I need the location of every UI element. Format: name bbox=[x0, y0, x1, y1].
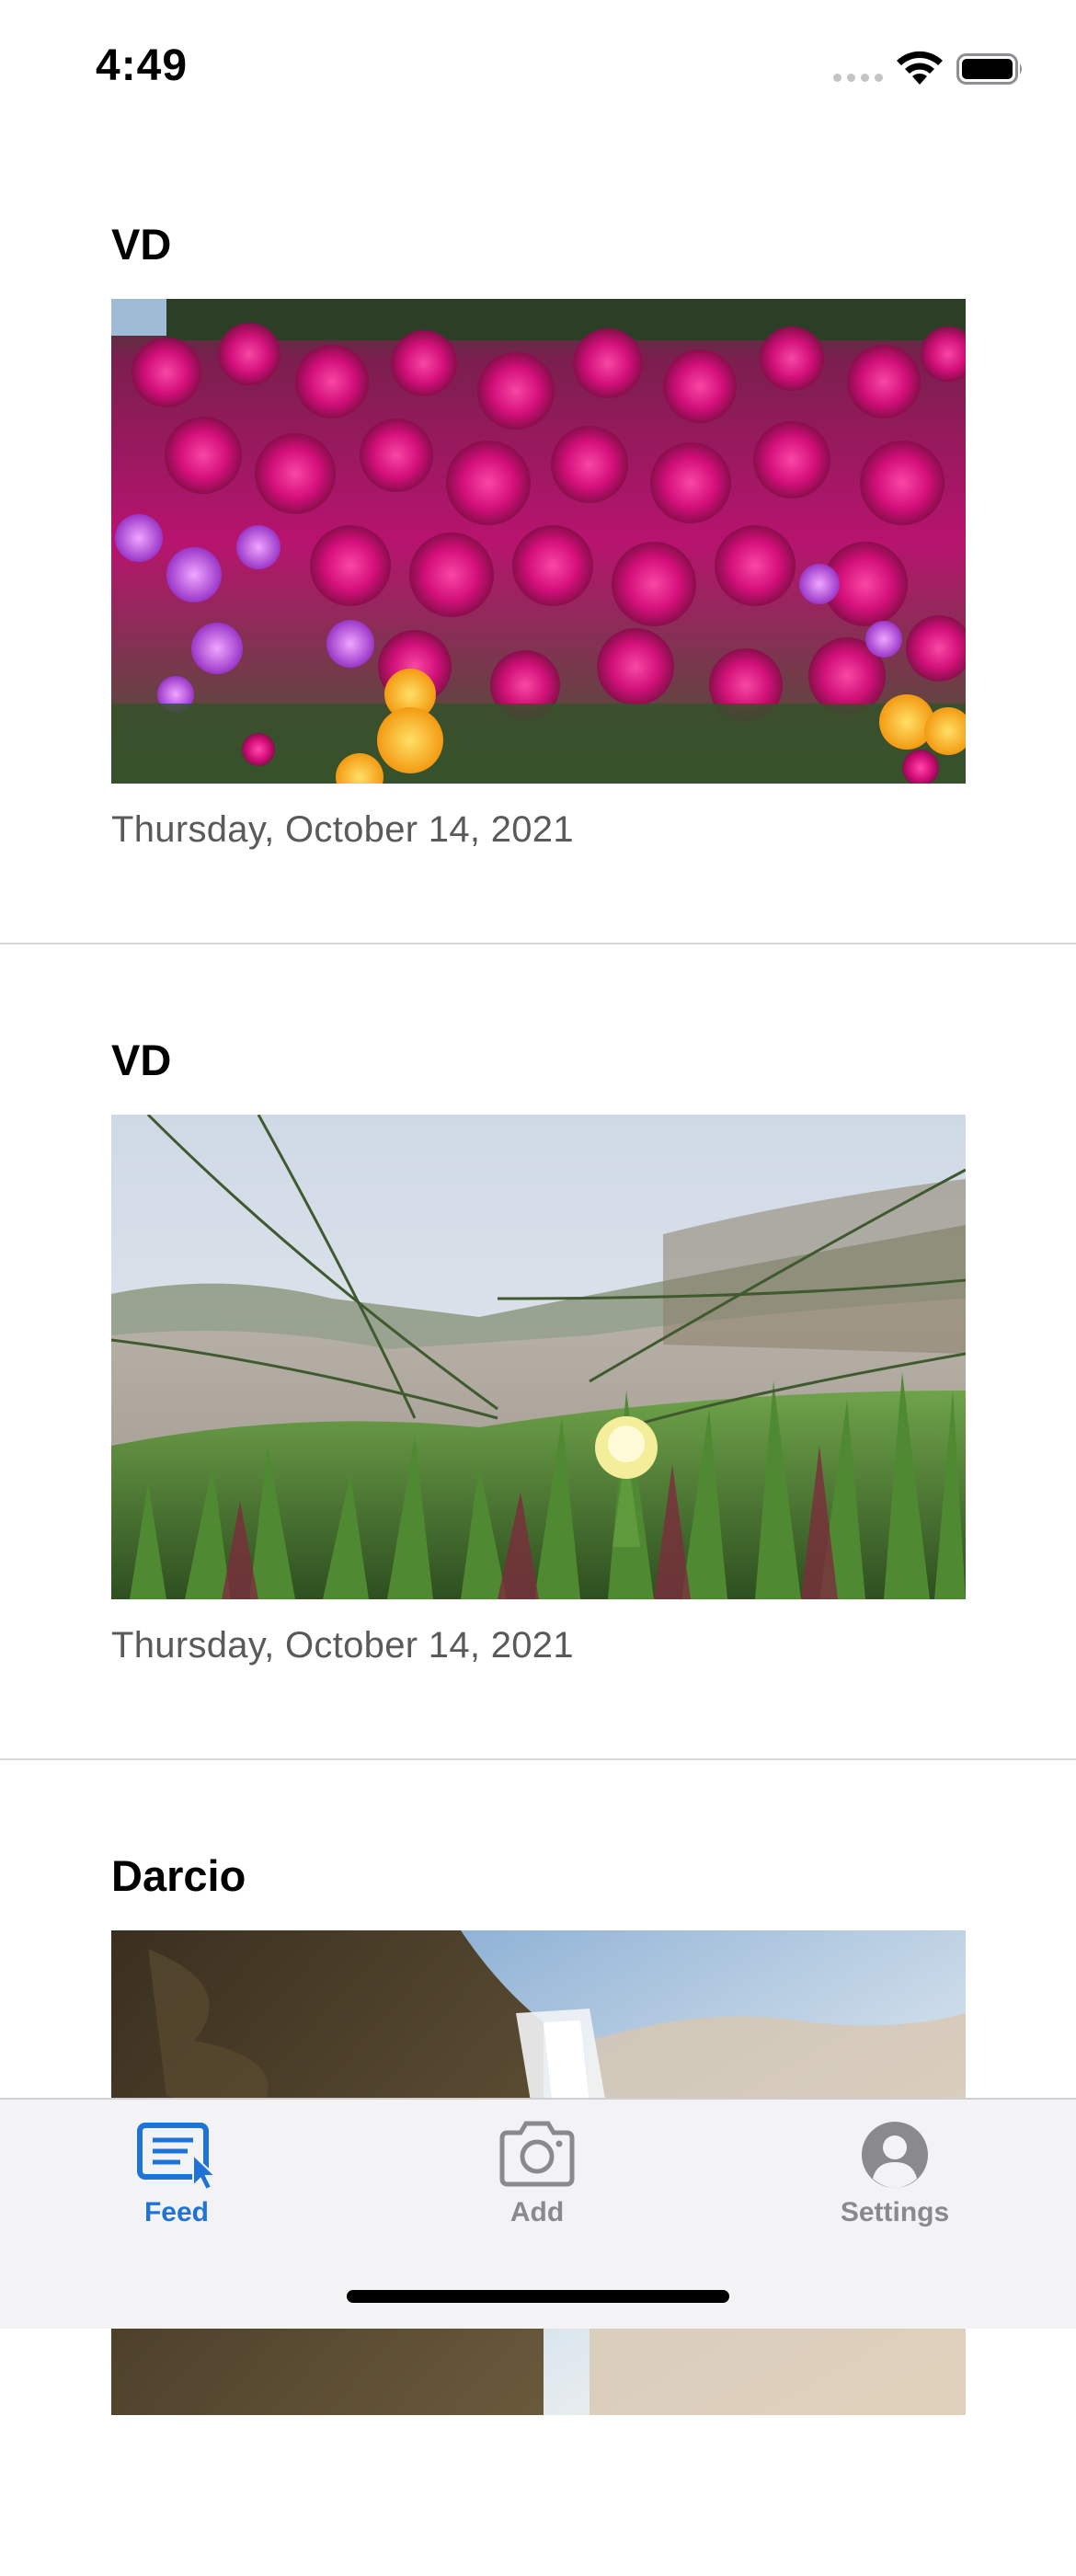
battery-icon bbox=[956, 53, 1022, 85]
post-photo[interactable] bbox=[111, 299, 966, 784]
post-photo[interactable] bbox=[111, 1115, 966, 1599]
post-date: Thursday, October 14, 2021 bbox=[111, 809, 574, 850]
wifi-icon bbox=[897, 51, 943, 85]
post-author: Darcio bbox=[111, 1851, 246, 1900]
tab-label: Add bbox=[509, 2197, 565, 2227]
tab-settings[interactable]: Settings bbox=[803, 2118, 987, 2238]
feed-post[interactable]: VD Thursday, October 14, 2021 bbox=[0, 945, 1076, 1760]
tab-feed[interactable]: Feed bbox=[85, 2118, 269, 2238]
post-date: Thursday, October 14, 2021 bbox=[111, 1625, 574, 1666]
post-author: VD bbox=[111, 1036, 172, 1084]
post-author: VD bbox=[111, 220, 172, 269]
magenta-flower-field-image bbox=[111, 299, 966, 784]
status-bar: 4:49 bbox=[0, 0, 1076, 129]
person-circle-icon bbox=[862, 2122, 928, 2188]
tab-label: Feed bbox=[143, 2197, 210, 2227]
feed-icon bbox=[137, 2123, 218, 2192]
home-indicator bbox=[347, 2290, 729, 2303]
status-time: 4:49 bbox=[96, 41, 189, 90]
feed-post[interactable]: VD Thursday, October 14, 2021 bbox=[0, 129, 1076, 945]
cellular-signal-icon bbox=[833, 74, 883, 82]
camera-icon bbox=[499, 2121, 575, 2187]
beach-ice-plant-image bbox=[111, 1115, 966, 1599]
tab-add[interactable]: Add bbox=[445, 2118, 629, 2238]
tab-label: Settings bbox=[840, 2197, 950, 2227]
